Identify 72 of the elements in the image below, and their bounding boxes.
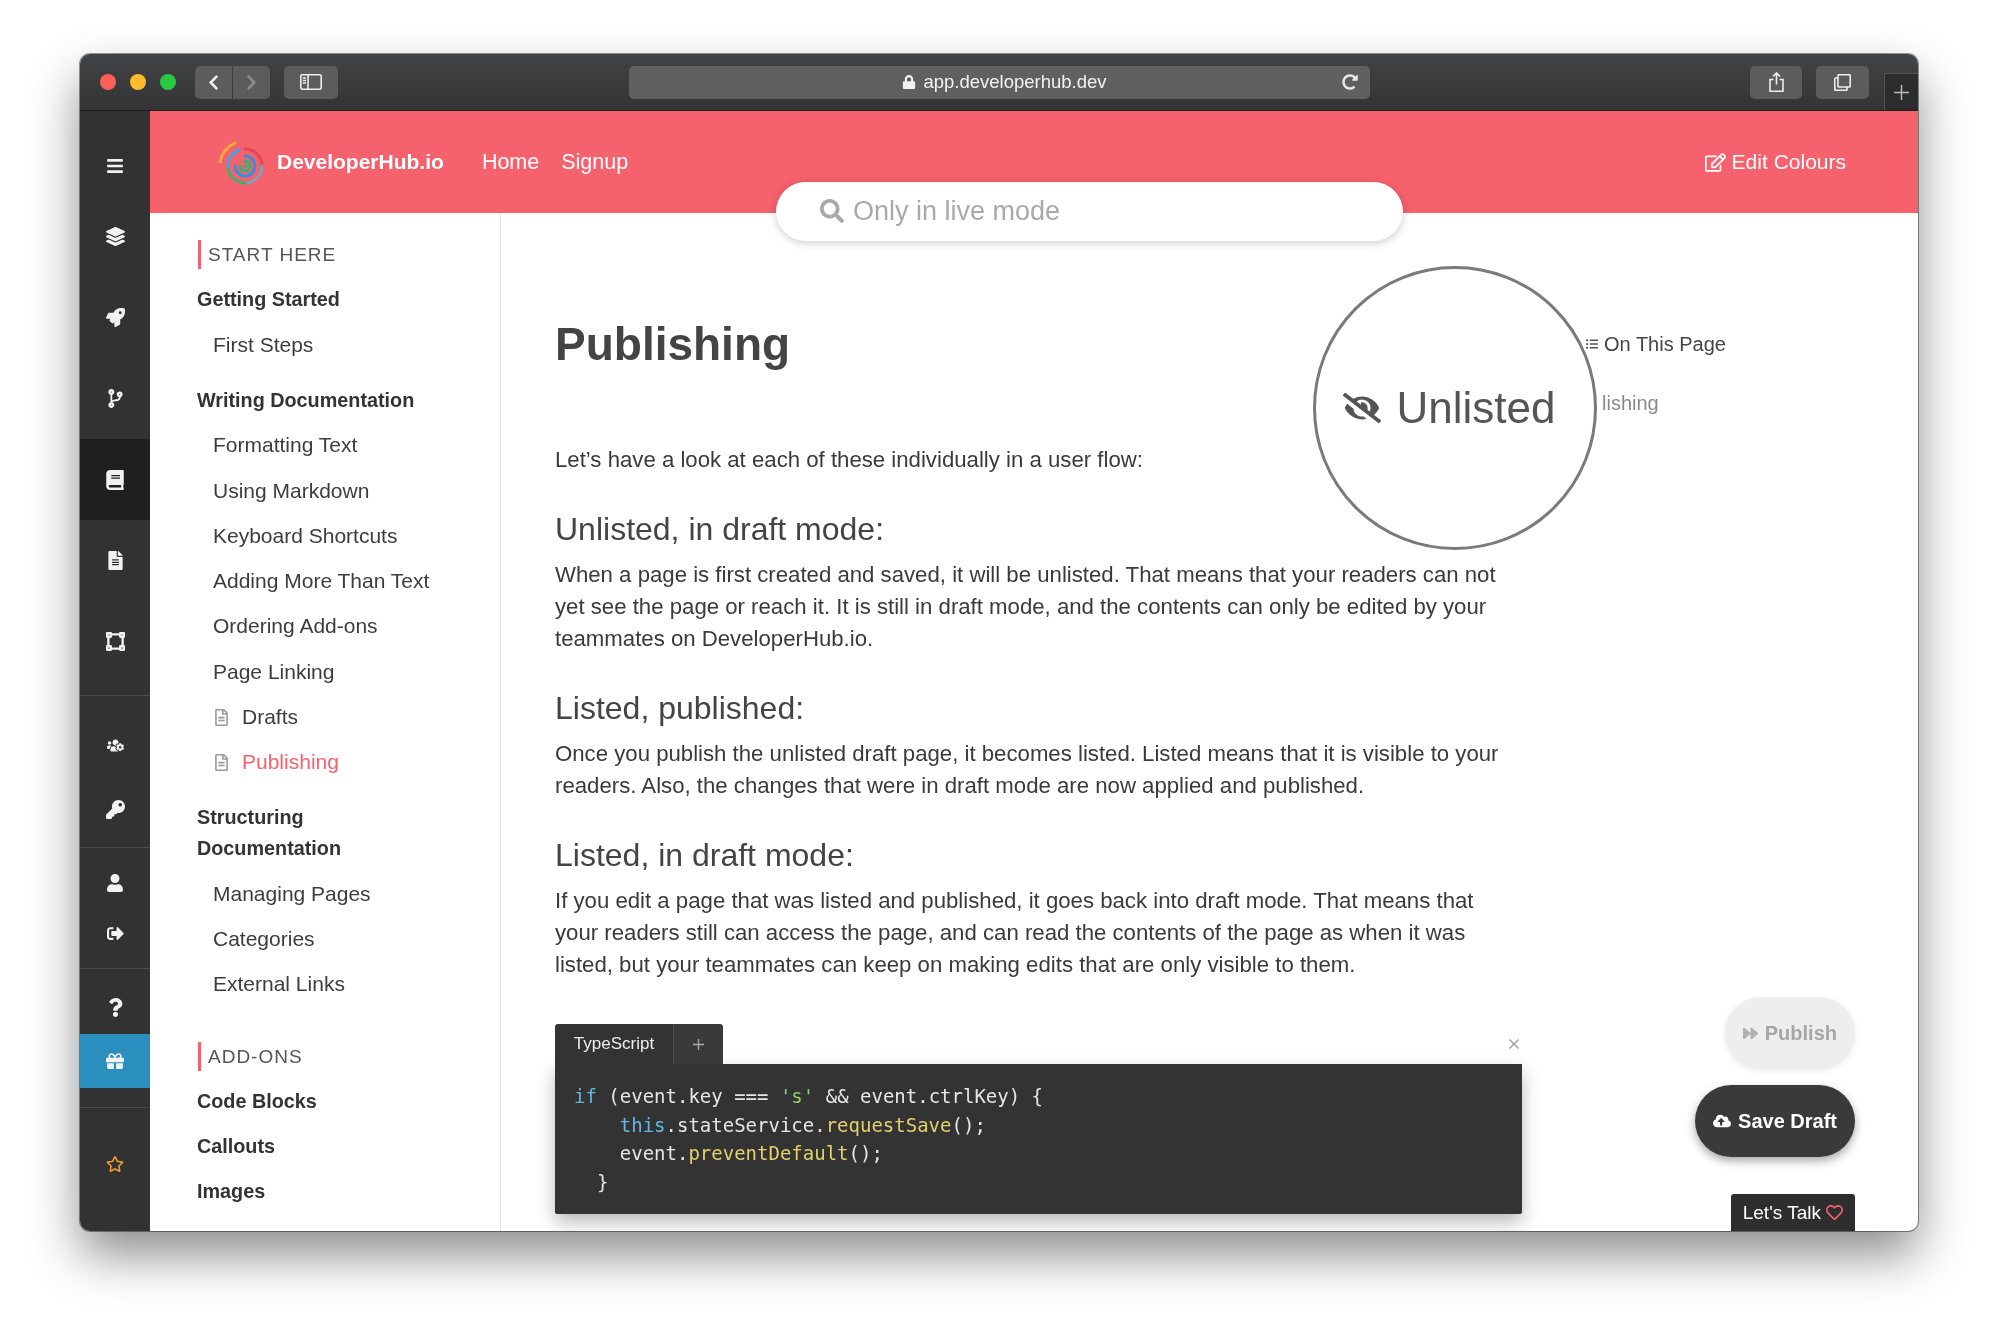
search-icon xyxy=(820,199,844,223)
nav-section-heading: ADD-ONS xyxy=(198,1042,303,1071)
code-line: } xyxy=(596,1169,609,1195)
sidebar-item[interactable]: Keyboard Shortcuts xyxy=(213,521,398,550)
sidebar-item[interactable]: Page Linking xyxy=(213,657,335,686)
document-icon[interactable] xyxy=(105,551,125,570)
status-label: Unlisted xyxy=(1396,383,1556,433)
share-icon[interactable] xyxy=(1768,72,1784,92)
key-icon[interactable] xyxy=(105,799,125,819)
back-button[interactable] xyxy=(195,65,232,99)
gift-icon[interactable] xyxy=(106,1052,124,1070)
rocket-icon[interactable] xyxy=(105,308,125,327)
code-line: this.stateService.requestSave(); xyxy=(619,1112,986,1138)
sidebar-item[interactable]: Formatting Text xyxy=(213,431,358,460)
layers-icon[interactable] xyxy=(105,227,125,246)
plus-icon[interactable] xyxy=(693,1038,704,1050)
sidebar-group-title[interactable]: Code Blocks xyxy=(197,1079,317,1125)
section-heading: Listed, published: xyxy=(555,689,805,728)
list-icon xyxy=(1586,338,1598,350)
page-title: Publishing xyxy=(555,317,791,372)
zoom-window-icon[interactable] xyxy=(160,74,176,90)
address-bar[interactable]: app.developerhub.dev xyxy=(629,65,1370,99)
sign-out-icon[interactable] xyxy=(106,924,124,942)
book-icon[interactable] xyxy=(105,469,125,490)
sidebar-group-title[interactable]: Structuring Documentation xyxy=(197,794,442,871)
close-icon[interactable] xyxy=(1509,1039,1519,1049)
sidebar-item[interactable]: Using Markdown xyxy=(213,476,370,505)
tabs-button[interactable] xyxy=(1816,65,1869,99)
sidebar-group-title[interactable]: Getting Started xyxy=(197,277,340,323)
heart-icon[interactable] xyxy=(1826,1204,1843,1221)
new-tab-button[interactable] xyxy=(1884,73,1918,110)
toc-heading: On This Page xyxy=(1604,332,1726,356)
chat-button[interactable]: Let's Talk xyxy=(1730,1194,1855,1231)
sidebar-item[interactable]: Categories xyxy=(213,924,315,953)
code-line: event.preventDefault(); xyxy=(619,1141,883,1166)
sidebar-item[interactable]: External Links xyxy=(213,970,345,999)
sidebar-group-title[interactable]: Writing Documentation xyxy=(197,377,415,423)
sidebar-item[interactable]: Adding More Than Text xyxy=(213,567,430,596)
close-window-icon[interactable] xyxy=(100,74,116,90)
paragraph: Once you publish the unlisted draft page, it becomes listed. Listed means that it is visible to your readers. Also, the changes that were in draft mode are now applied and published. xyxy=(555,740,1500,800)
overlapping-squares-icon[interactable] xyxy=(1834,73,1851,91)
sidebar-item[interactable]: Ordering Add-ons xyxy=(213,612,378,641)
code-tab[interactable]: TypeScript xyxy=(555,1024,673,1064)
document-icon xyxy=(213,708,230,726)
sidebar-icon[interactable] xyxy=(300,74,322,90)
plus-icon[interactable] xyxy=(1894,84,1909,100)
cloud-upload-icon[interactable] xyxy=(1713,1112,1732,1130)
section-heading: Unlisted, in draft mode: xyxy=(555,510,885,549)
menu-icon[interactable] xyxy=(106,157,124,175)
sidebar-toggle-button[interactable] xyxy=(284,65,338,99)
paragraph: When a page is first created and saved, it will be unlisted. That means that your readers can not yet see the page or reach it. It is still in draft mode, and the contents can only be edited by your teammates on DeveloperHub.io. xyxy=(555,561,1497,653)
reload-icon[interactable] xyxy=(1342,73,1358,90)
nav-section-heading: START HERE xyxy=(198,240,337,270)
code-editor[interactable]: if (event.key === 's' && event.ctrlKey) { this.stateService.requestSave(); event.preventDefault(); } xyxy=(555,1064,1522,1214)
paragraph: Let’s have a look at each of these individually in a user flow: xyxy=(555,446,1143,474)
sidebar-item[interactable]: Managing Pages xyxy=(213,879,371,908)
save-draft-button[interactable]: Save Draft xyxy=(1695,1085,1855,1157)
document-icon xyxy=(213,753,230,771)
sidebar-group-title[interactable]: Images xyxy=(197,1169,266,1215)
edit-icon[interactable] xyxy=(1704,151,1726,173)
sidebar-group-title[interactable]: Callouts xyxy=(197,1124,276,1170)
paragraph: If you edit a page that was listed and published, it goes back into draft mode. That means that your readers still can access the page, and can read the contents of the page as when it was listed, but your teammates can keep on making edits that are only visible to them. xyxy=(555,887,1475,979)
lock-icon xyxy=(902,75,917,89)
star-icon[interactable] xyxy=(106,1155,124,1173)
code-line: if (event.key === 's' && event.ctrlKey) { xyxy=(574,1084,1044,1109)
sidebar-item[interactable]: First Steps xyxy=(213,330,314,359)
section-heading: Listed, in draft mode: xyxy=(555,836,854,875)
minimize-window-icon[interactable] xyxy=(130,74,146,90)
sidebar-item[interactable]: Drafts xyxy=(242,703,298,731)
share-button[interactable] xyxy=(1750,65,1802,99)
user-icon[interactable] xyxy=(106,874,124,892)
search-field[interactable]: Only in live mode xyxy=(776,182,1403,241)
